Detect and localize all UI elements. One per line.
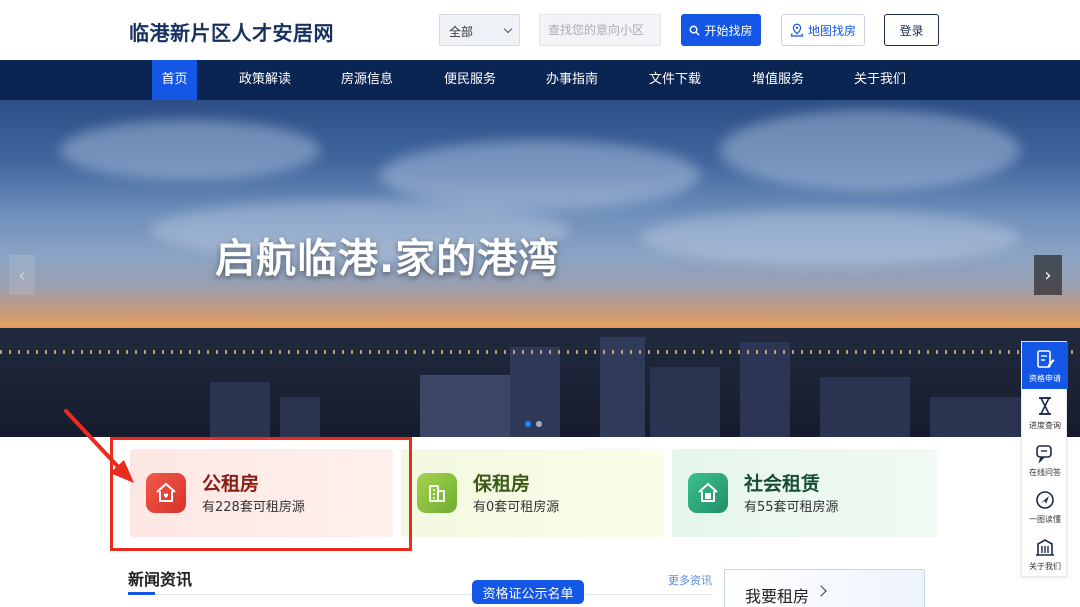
banner-cloud <box>720 110 1020 190</box>
card-title: 社会租赁 <box>744 473 821 495</box>
building-icon <box>1036 538 1054 556</box>
banner-prev-arrow-icon[interactable]: ‹ <box>9 255 35 295</box>
nav-item-policy[interactable]: 政策解读 <box>236 60 294 100</box>
banner-cloud <box>380 140 700 210</box>
chat-icon <box>1036 444 1052 464</box>
float-item-infographic[interactable]: 一图读懂 <box>1022 483 1068 530</box>
float-item-label: 进度查询 <box>1029 420 1061 430</box>
building-shape <box>650 367 720 437</box>
banner-slogan: 启航临港.家的港湾 <box>215 236 560 282</box>
page: 临港新片区人才安居网 全部 开始找房 地图找房 登录 首页 政策解读 房源信息 … <box>0 0 1080 607</box>
rent-entry-card[interactable]: 我要租房 <box>724 569 925 607</box>
map-pin-icon <box>790 23 804 37</box>
banner-city-lights <box>0 350 1080 354</box>
nav-item-value-added[interactable]: 增值服务 <box>749 60 807 100</box>
float-item-label: 资格申请 <box>1029 373 1061 383</box>
search-button-label: 开始找房 <box>704 23 753 38</box>
banner-cloud <box>640 210 1020 265</box>
news-title-underline <box>128 592 155 595</box>
house-bao-icon <box>688 473 728 513</box>
map-search-label: 地图找房 <box>807 23 856 38</box>
float-item-qa[interactable]: 在线问答 <box>1022 436 1068 483</box>
cert-list-button[interactable]: 资格证公示名单 <box>472 580 584 604</box>
compass-icon <box>1036 490 1054 509</box>
search-button[interactable]: 开始找房 <box>681 14 761 46</box>
hourglass-icon <box>1039 396 1051 415</box>
float-item-progress[interactable]: 进度查询 <box>1022 389 1068 436</box>
card-subtitle: 有0套可租房源 <box>473 500 560 515</box>
building-shape <box>280 397 320 437</box>
card-title: 保租房 <box>473 473 531 495</box>
edit-doc-icon <box>1037 349 1055 368</box>
map-search-button[interactable]: 地图找房 <box>781 14 865 46</box>
float-item-label: 关于我们 <box>1029 561 1061 571</box>
banner-cloud <box>60 120 320 180</box>
float-item-label: 一图读懂 <box>1029 514 1061 524</box>
float-item-apply[interactable]: 资格申请 <box>1022 342 1068 389</box>
annotation-highlight-box <box>110 437 412 551</box>
building-shape <box>930 397 1030 437</box>
banner-dot[interactable] <box>525 421 531 427</box>
building-shape <box>740 342 790 437</box>
card-subtitle: 有55套可租房源 <box>744 500 839 515</box>
news-section-title: 新闻资讯 <box>128 570 193 589</box>
banner-pagination <box>525 421 542 427</box>
more-news-link[interactable]: 更多资讯 <box>668 572 712 588</box>
nav-item-downloads[interactable]: 文件下载 <box>646 60 704 100</box>
chevron-down-icon <box>503 24 513 34</box>
nav-item-listings[interactable]: 房源信息 <box>338 60 396 100</box>
hero-banner[interactable]: 启航临港.家的港湾 ‹ › <box>0 100 1080 437</box>
header: 临港新片区人才安居网 全部 开始找房 地图找房 登录 <box>0 0 1080 60</box>
banner-next-arrow-icon[interactable]: › <box>1034 255 1062 295</box>
float-item-label: 在线问答 <box>1029 467 1061 477</box>
building-shape <box>210 382 270 437</box>
category-select[interactable]: 全部 <box>439 14 520 46</box>
rent-entry-label: 我要租房 <box>745 587 810 606</box>
card-guaranteed-rental[interactable]: 保租房 有0套可租房源 <box>401 449 664 537</box>
building-icon <box>417 473 457 513</box>
chevron-right-icon <box>815 585 827 597</box>
float-item-about[interactable]: 关于我们 <box>1022 530 1068 577</box>
nav-item-guide[interactable]: 办事指南 <box>543 60 601 100</box>
building-shape <box>820 377 910 437</box>
banner-dot[interactable] <box>536 421 542 427</box>
annotation-arrow-icon <box>64 409 134 483</box>
card-social-rental[interactable]: 社会租赁 有55套可租房源 <box>672 449 937 537</box>
main-nav: 首页 政策解读 房源信息 便民服务 办事指南 文件下载 增值服务 关于我们 <box>0 60 1080 100</box>
nav-item-home[interactable]: 首页 <box>152 60 197 100</box>
search-input[interactable] <box>539 14 661 46</box>
nav-item-about[interactable]: 关于我们 <box>851 60 909 100</box>
site-title[interactable]: 临港新片区人才安居网 <box>129 17 334 46</box>
category-select-value: 全部 <box>449 25 474 39</box>
news-divider <box>128 594 712 595</box>
login-button[interactable]: 登录 <box>884 14 939 46</box>
floating-side-menu: 资格申请 进度查询 在线问答 一图读懂 关于我们 <box>1021 341 1068 577</box>
search-icon <box>690 25 701 36</box>
nav-item-services[interactable]: 便民服务 <box>441 60 499 100</box>
